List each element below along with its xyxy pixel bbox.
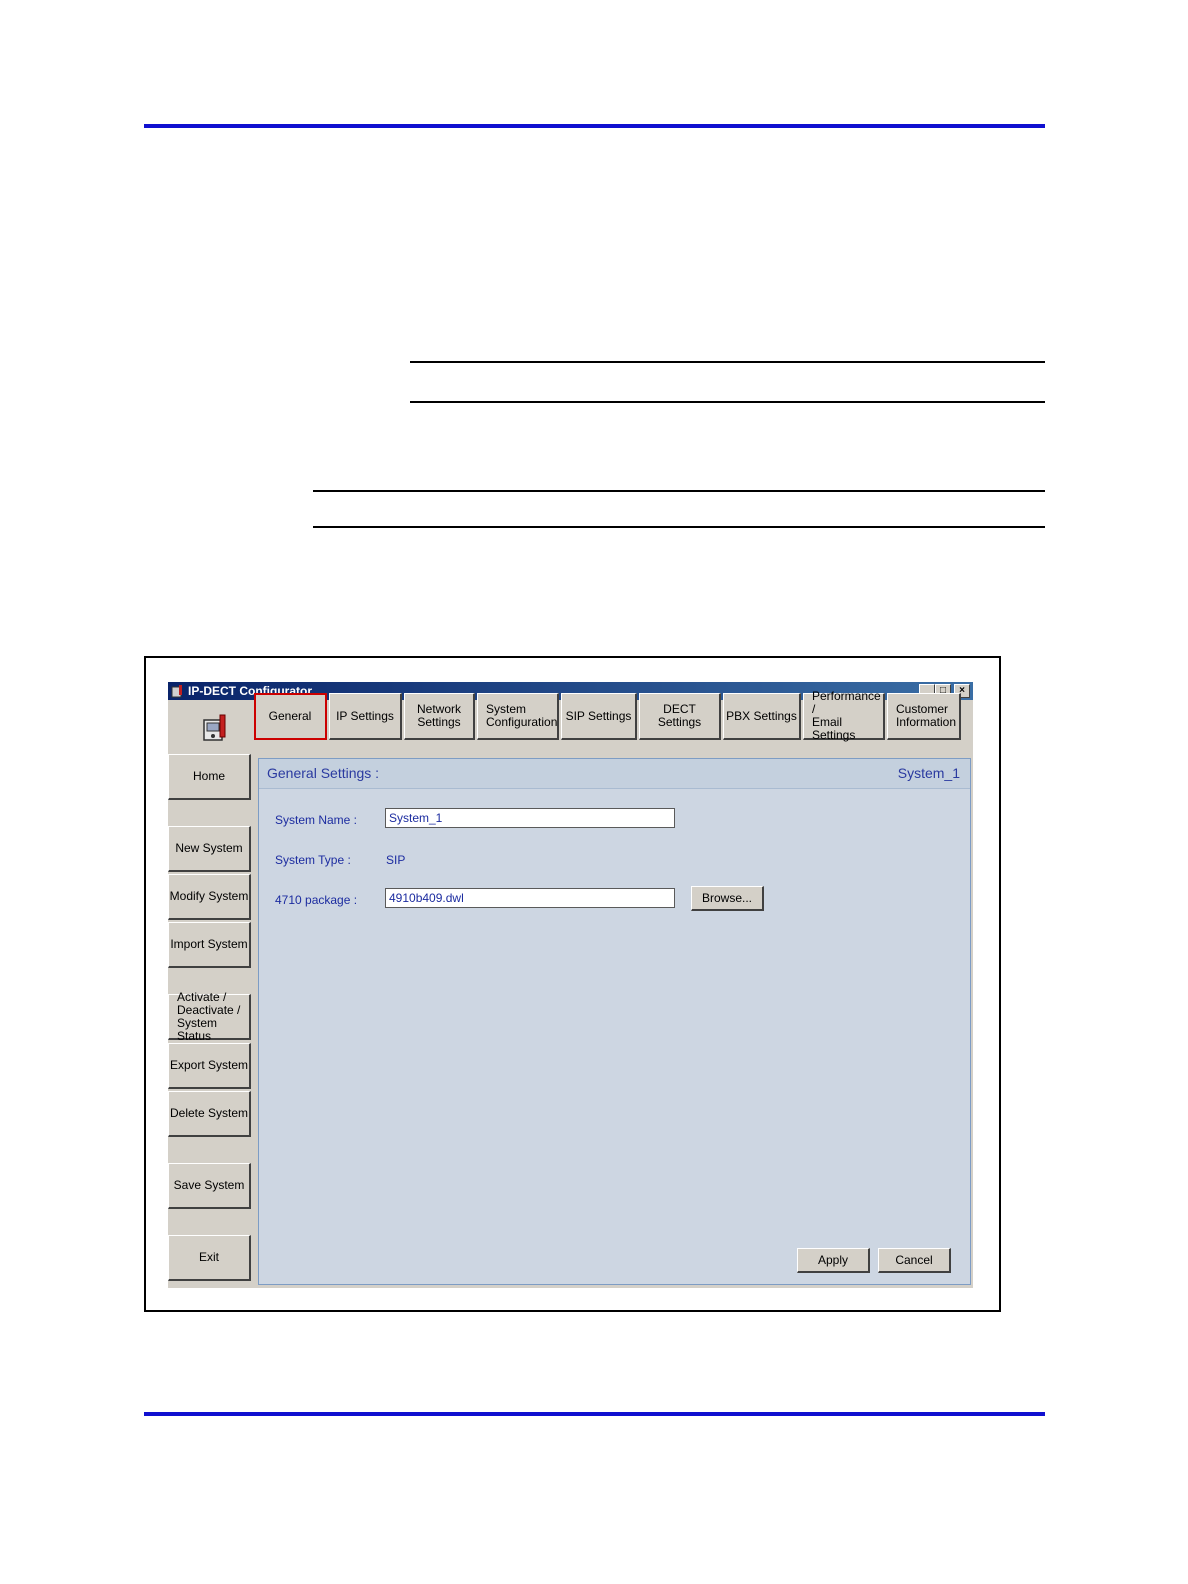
current-system-name: System_1 bbox=[897, 765, 960, 781]
top-rule bbox=[144, 124, 1045, 128]
tab-system-configuration[interactable]: System Configuration bbox=[477, 693, 559, 740]
tab-sip-settings[interactable]: SIP Settings bbox=[561, 693, 637, 740]
new-system-button[interactable]: New System bbox=[168, 826, 251, 872]
home-button[interactable]: Home bbox=[168, 754, 251, 800]
panel-header: General Settings : System_1 bbox=[259, 759, 970, 789]
cancel-button[interactable]: Cancel bbox=[878, 1248, 951, 1273]
browse-button[interactable]: Browse... bbox=[691, 886, 764, 911]
apply-button[interactable]: Apply bbox=[797, 1248, 870, 1273]
general-settings-panel: General Settings : System_1 System Name … bbox=[258, 758, 971, 1285]
app-icon bbox=[171, 685, 182, 698]
system-name-label: System Name : bbox=[275, 813, 358, 827]
app-window: IP-DECT Configurator _ □ × General IP Se… bbox=[168, 682, 973, 1288]
tab-dect-settings[interactable]: DECT Settings bbox=[639, 693, 721, 740]
delete-system-button[interactable]: Delete System bbox=[168, 1091, 251, 1137]
import-system-button[interactable]: Import System bbox=[168, 922, 251, 968]
bottom-rule bbox=[144, 1412, 1045, 1416]
panel-title: General Settings : bbox=[267, 765, 380, 781]
tab-general[interactable]: General bbox=[254, 693, 327, 740]
modify-system-button[interactable]: Modify System bbox=[168, 874, 251, 920]
system-type-label: System Type : bbox=[275, 853, 351, 867]
divider-2 bbox=[410, 401, 1045, 403]
divider-3 bbox=[313, 490, 1045, 492]
activate-deactivate-status-button[interactable]: Activate / Deactivate / System Status bbox=[168, 990, 251, 1042]
tab-pbx-settings[interactable]: PBX Settings bbox=[723, 693, 801, 740]
exit-button[interactable]: Exit bbox=[168, 1235, 251, 1281]
tab-performance-email-settings[interactable]: Performance / Email Settings bbox=[803, 690, 885, 742]
save-system-button[interactable]: Save System bbox=[168, 1163, 251, 1209]
system-name-input[interactable] bbox=[385, 808, 675, 828]
divider-4 bbox=[313, 526, 1045, 528]
package-label: 4710 package : bbox=[275, 893, 358, 907]
package-input[interactable] bbox=[385, 888, 675, 908]
tab-network-settings[interactable]: Network Settings bbox=[404, 693, 475, 740]
configurator-logo-icon bbox=[203, 714, 226, 741]
system-type-value: SIP bbox=[386, 853, 406, 867]
tab-customer-information[interactable]: Customer Information bbox=[887, 693, 961, 740]
tab-ip-settings[interactable]: IP Settings bbox=[329, 693, 402, 740]
export-system-button[interactable]: Export System bbox=[168, 1043, 251, 1089]
divider-1 bbox=[410, 361, 1045, 363]
